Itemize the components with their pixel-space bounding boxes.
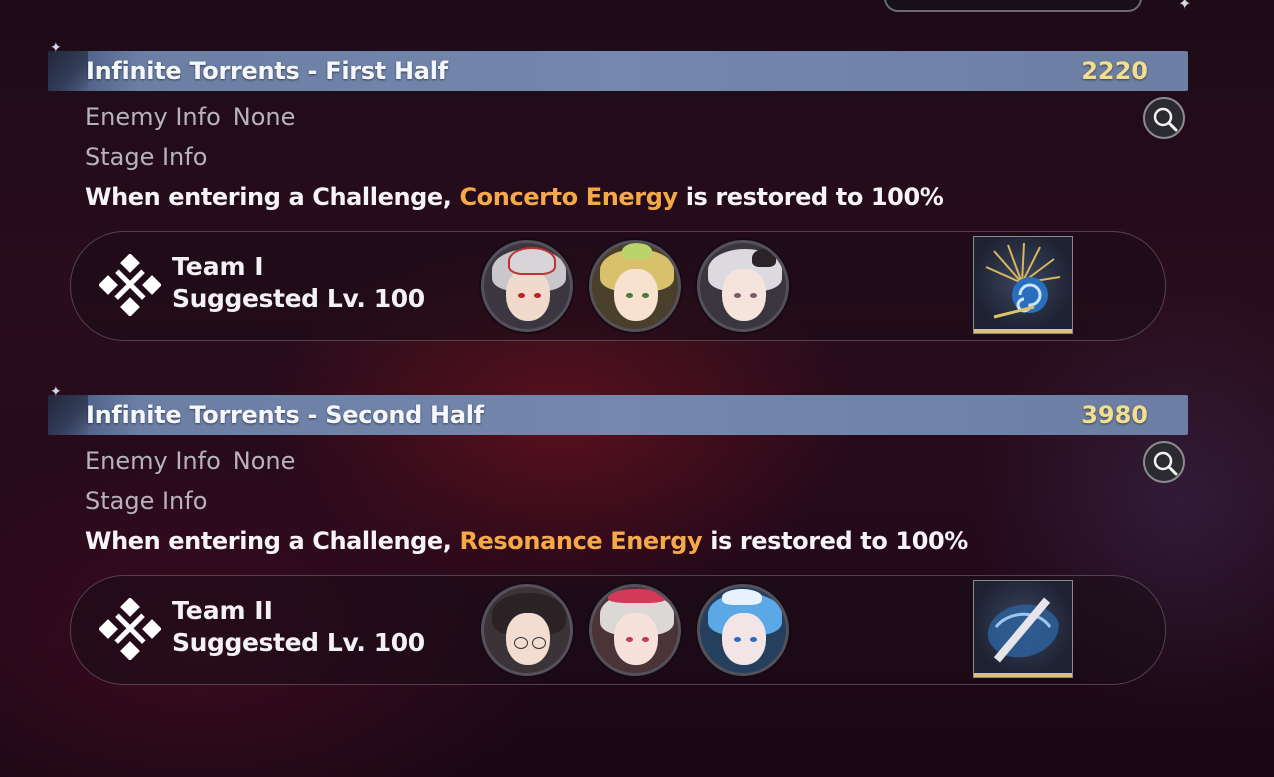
- desc-suffix: is restored to 100%: [677, 183, 944, 211]
- team-name: Team I: [172, 252, 264, 281]
- character-portrait[interactable]: [697, 240, 789, 332]
- team-panel[interactable]: Team I Suggested Lv. 100: [70, 231, 1166, 341]
- sparkle-icon: ✦: [1178, 0, 1192, 13]
- character-portrait[interactable]: [481, 240, 573, 332]
- sparkle-icon: ✦: [50, 384, 62, 400]
- echo-slot[interactable]: [973, 236, 1073, 334]
- desc-prefix: When entering a Challenge,: [85, 527, 460, 555]
- stage-description: When entering a Challenge, Resonance Ene…: [85, 527, 968, 555]
- stage-score: 2220: [1081, 57, 1148, 85]
- enemy-info-label: Enemy Info: [85, 103, 221, 131]
- character-portrait[interactable]: [589, 240, 681, 332]
- team-crest-icon: [99, 254, 161, 316]
- enemy-search-button[interactable]: [1143, 97, 1185, 139]
- character-portrait[interactable]: [481, 584, 573, 676]
- top-bar-frame: [884, 0, 1142, 12]
- stage-info-label: Stage Info: [85, 487, 208, 515]
- desc-highlight: Concerto Energy: [459, 183, 678, 211]
- stage-info-label: Stage Info: [85, 143, 208, 171]
- desc-prefix: When entering a Challenge,: [85, 183, 460, 211]
- desc-highlight: Resonance Energy: [459, 527, 703, 555]
- enemy-info-label: Enemy Info: [85, 447, 221, 475]
- echo-wave-icon: [987, 597, 1059, 663]
- character-portrait[interactable]: [697, 584, 789, 676]
- echo-spiral-icon: [985, 242, 1061, 319]
- team-panel[interactable]: Team II Suggested Lv. 100: [70, 575, 1166, 685]
- enemy-info: Enemy Info None: [85, 447, 295, 475]
- stage-description: When entering a Challenge, Concerto Ener…: [85, 183, 944, 211]
- team-crest-icon: [99, 598, 161, 660]
- magnifier-icon: [1153, 107, 1178, 132]
- stage-score: 3980: [1081, 401, 1148, 429]
- enemy-info-value: None: [232, 103, 296, 131]
- character-portrait[interactable]: [589, 584, 681, 676]
- enemy-search-button[interactable]: [1143, 441, 1185, 483]
- team-name: Team II: [172, 596, 273, 625]
- team-suggested-level: Suggested Lv. 100: [172, 284, 425, 313]
- desc-suffix: is restored to 100%: [702, 527, 968, 555]
- sparkle-icon: ✦: [50, 40, 62, 56]
- team-suggested-level: Suggested Lv. 100: [172, 628, 425, 657]
- stage-title: Infinite Torrents - First Half: [86, 57, 448, 85]
- magnifier-icon: [1153, 451, 1178, 476]
- stage-title: Infinite Torrents - Second Half: [86, 401, 484, 429]
- enemy-info: Enemy Info None: [85, 103, 295, 131]
- enemy-info-value: None: [232, 447, 296, 475]
- echo-slot[interactable]: [973, 580, 1073, 678]
